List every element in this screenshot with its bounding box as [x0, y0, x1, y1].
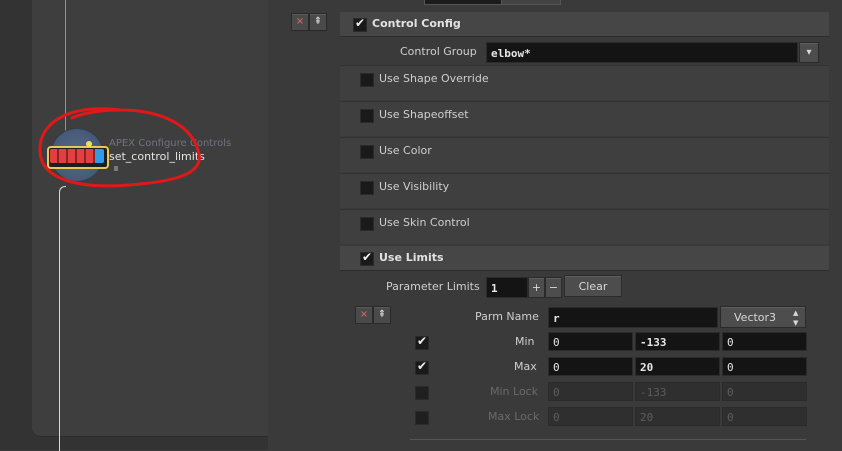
use-limits-checkbox[interactable]: [360, 250, 374, 266]
parm-name-field[interactable]: r: [548, 307, 718, 328]
max-x-field[interactable]: 0: [548, 357, 633, 376]
min-z-field[interactable]: 0: [722, 332, 807, 351]
use-visibility-label: Use Visibility: [379, 180, 450, 193]
clear-button[interactable]: Clear: [564, 275, 622, 297]
use-visibility-checkbox[interactable]: [360, 181, 374, 195]
remove-limit-button[interactable]: −: [545, 277, 562, 298]
max-checkbox[interactable]: [415, 359, 429, 375]
max-y-field[interactable]: 20: [635, 357, 720, 376]
min-lock-label: Min Lock: [490, 385, 539, 398]
max-label: Max: [514, 360, 537, 373]
min-x-field[interactable]: 0: [548, 332, 633, 351]
use-shapeoffset-checkbox[interactable]: [360, 109, 374, 123]
max-lock-label: Max Lock: [488, 410, 540, 423]
min-lock-x-field[interactable]: 0: [548, 382, 633, 401]
min-label: Min: [515, 335, 535, 348]
limits-divider: [410, 439, 806, 440]
min-lock-z-field[interactable]: 0: [722, 382, 807, 401]
max-lock-y-field[interactable]: 20: [635, 407, 720, 426]
network-editor[interactable]: APEX Configure Controls set_control_limi…: [0, 0, 268, 451]
stepper-icon: ▲ ▼: [793, 309, 799, 327]
parameter-limits-label: Parameter Limits: [386, 280, 480, 293]
min-lock-y-field[interactable]: -133: [635, 382, 720, 401]
max-lock-x-field[interactable]: 0: [548, 407, 633, 426]
remove-limit-instance-icon[interactable]: ×: [355, 306, 373, 324]
use-limits-title: Use Limits: [379, 251, 444, 264]
control-group-field[interactable]: elbow*: [486, 42, 798, 63]
top-field-remnant: [424, 0, 502, 5]
control-group-dropdown-icon[interactable]: ▾: [799, 42, 819, 63]
use-shapeoffset-section: Use Shapeoffset: [340, 101, 829, 136]
max-z-field[interactable]: 0: [722, 357, 807, 376]
insert-instance-icon[interactable]: ⇞: [309, 13, 327, 31]
use-shape-override-section: Use Shape Override: [340, 65, 829, 100]
parm-name-label: Parm Name: [475, 310, 539, 323]
top-button-remnant[interactable]: [501, 0, 561, 5]
use-color-label: Use Color: [379, 144, 432, 157]
max-lock-checkbox[interactable]: [415, 411, 429, 425]
use-visibility-section: Use Visibility: [340, 173, 829, 208]
min-checkbox[interactable]: [415, 334, 429, 350]
parm-type-menu[interactable]: Vector3 ▲ ▼: [720, 306, 806, 328]
use-shapeoffset-label: Use Shapeoffset: [379, 108, 469, 121]
use-shape-override-checkbox[interactable]: [360, 73, 374, 87]
red-annotation-circle: [38, 107, 201, 188]
use-color-section: Use Color: [340, 137, 829, 172]
control-group-label: Control Group: [400, 45, 477, 58]
use-skin-control-checkbox[interactable]: [360, 217, 374, 231]
control-config-checkbox[interactable]: [353, 16, 367, 32]
min-y-field[interactable]: -133: [635, 332, 720, 351]
control-config-title: Control Config: [372, 17, 461, 30]
use-shape-override-label: Use Shape Override: [379, 72, 489, 85]
max-lock-z-field[interactable]: 0: [722, 407, 807, 426]
use-skin-control-label: Use Skin Control: [379, 216, 470, 229]
use-limits-header[interactable]: Use Limits: [340, 246, 829, 271]
control-config-header[interactable]: Control Config: [340, 12, 829, 37]
remove-instance-icon[interactable]: ×: [291, 13, 309, 31]
parameter-limits-field[interactable]: 1: [486, 277, 528, 298]
use-color-checkbox[interactable]: [360, 145, 374, 159]
parm-type-value: Vector3: [734, 311, 777, 324]
min-lock-checkbox[interactable]: [415, 386, 429, 400]
add-limit-button[interactable]: +: [528, 277, 545, 298]
use-skin-control-section: Use Skin Control: [340, 209, 829, 244]
insert-limit-instance-icon[interactable]: ⇞: [373, 306, 391, 324]
